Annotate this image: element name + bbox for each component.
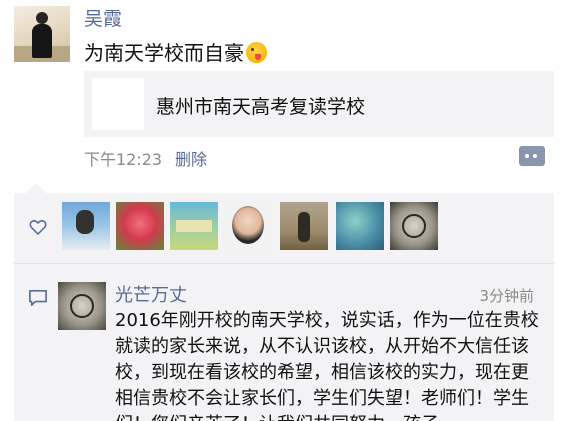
post-text-content: 为南天学校而自豪 xyxy=(84,41,244,65)
commenter-avatar[interactable] xyxy=(58,282,106,330)
like-avatar-woman-portrait[interactable] xyxy=(224,202,272,250)
avatar-figure-body xyxy=(32,24,52,58)
winking-tongue-emoji-icon xyxy=(246,42,267,63)
comment-text[interactable]: 2016年刚开校的南天学校，说实话，作为一位在贵校就读的家长来说，从不认识该校，… xyxy=(115,308,540,421)
author-name[interactable]: 吴霞 xyxy=(84,4,122,31)
clock-face xyxy=(70,294,94,318)
dot-icon xyxy=(525,154,529,158)
avatar-figure xyxy=(298,212,310,242)
comment-bubble-icon xyxy=(29,289,47,307)
dot-icon xyxy=(533,154,537,158)
avatar-figure-head xyxy=(36,12,48,24)
shared-link-thumbnail xyxy=(92,78,144,130)
clock-face xyxy=(402,214,426,238)
post-time: 下午12:23 xyxy=(84,150,163,169)
like-avatar-blue-collage[interactable] xyxy=(336,202,384,250)
avatar-figure xyxy=(76,210,94,234)
poster-banner xyxy=(176,220,212,232)
author-avatar[interactable] xyxy=(14,6,70,62)
shared-link-title: 惠州市南天高考复读学校 xyxy=(156,96,366,118)
like-avatar-clock[interactable] xyxy=(390,202,438,250)
like-avatar-man-field[interactable] xyxy=(280,202,328,250)
like-avatar-blue-art[interactable] xyxy=(62,202,110,250)
heart-icon xyxy=(29,220,47,235)
post-text: 为南天学校而自豪 xyxy=(84,37,267,66)
shared-link-card[interactable]: 惠州市南天高考复读学校 xyxy=(84,71,554,137)
portrait-face xyxy=(232,206,264,244)
like-avatar-green-poster[interactable] xyxy=(170,202,218,250)
comment-time: 3分钟前 xyxy=(479,287,534,305)
delete-button[interactable]: 删除 xyxy=(175,146,207,170)
panel-caret xyxy=(26,183,46,193)
comment-menu-button[interactable] xyxy=(519,146,545,166)
commenter-name[interactable]: 光芒万丈 xyxy=(115,281,187,307)
like-avatar-rose[interactable] xyxy=(116,202,164,250)
